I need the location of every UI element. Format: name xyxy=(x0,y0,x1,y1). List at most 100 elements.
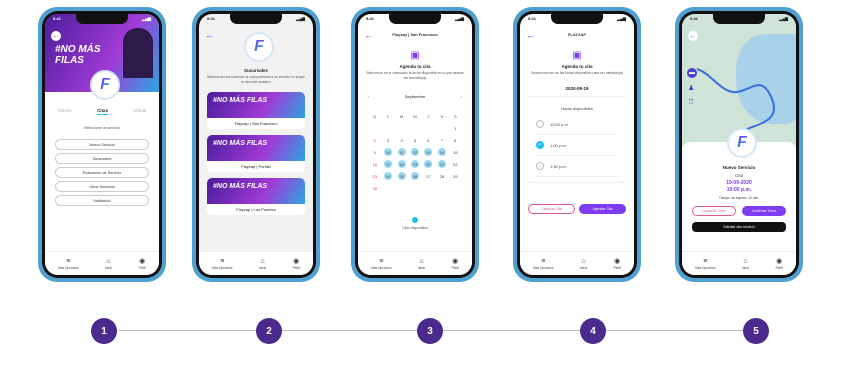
calendar-day[interactable]: 18 xyxy=(397,160,406,168)
calendar-day[interactable]: 7 xyxy=(438,136,446,144)
tab-virtual[interactable]: Virtual xyxy=(134,108,147,115)
hour-label: 12:00 p.m. xyxy=(550,121,569,127)
calendar-day[interactable]: 15 xyxy=(451,148,459,156)
hour-option[interactable]: ✓ 1:00 p.m. xyxy=(536,135,618,156)
screen-confirmation: ▬ ♟ ♖ 9:41 ▂▄▆ ← F Nuevo Servicio CITA 19… xyxy=(682,14,796,275)
nav-profile[interactable]: ◉ Perfil xyxy=(776,258,783,270)
month-header: ‹ Septiembre › xyxy=(368,94,462,99)
back-arrow-icon[interactable]: ← xyxy=(688,31,698,41)
nav-profile-label: Perfil xyxy=(613,265,621,270)
cancel-button[interactable]: Cancelar Cita xyxy=(528,204,575,214)
calendar-day[interactable]: 8 xyxy=(451,136,459,144)
screen-hours: 9:41 ▂▄▆ ← FLAYZAP ▣ Agenda tu cita Selec… xyxy=(520,14,634,275)
calendar-day[interactable]: 19 xyxy=(410,160,419,168)
nav-profile[interactable]: ◉ Perfil xyxy=(452,258,459,270)
calendar-day[interactable]: 25 xyxy=(397,172,406,180)
calendar-day[interactable]: 10 xyxy=(384,148,393,156)
calendar-day[interactable]: 26 xyxy=(410,172,419,180)
home-icon: ⌂ xyxy=(743,257,748,265)
back-arrow-icon[interactable]: ← xyxy=(526,31,535,40)
calendar-day[interactable]: 1 xyxy=(451,124,459,132)
hour-option[interactable]: 12:00 p.m. xyxy=(536,114,618,135)
prev-month-icon[interactable]: ‹ xyxy=(368,94,369,99)
car-icon[interactable]: ▬ xyxy=(687,68,697,78)
nav-profile-label: Perfil xyxy=(451,265,459,270)
next-month-icon[interactable]: › xyxy=(461,94,462,99)
nav-menu[interactable]: ≡ Más Opciones xyxy=(371,258,391,270)
bottom-nav: ≡ Más Opciones ⌂ Inicio ◉ Perfil xyxy=(520,251,634,275)
weekday-label: M xyxy=(413,113,417,119)
nav-profile[interactable]: ◉ Perfil xyxy=(293,258,300,270)
otros-servicios-button[interactable]: Otros Servicios xyxy=(55,181,149,192)
nuevo-servicio-button[interactable]: Nuevo Servicio xyxy=(55,139,149,150)
logo-f-icon: F xyxy=(100,76,110,93)
notch xyxy=(389,14,441,24)
branch-card[interactable]: #NO MÁS FILAS Flayzap | Portillo xyxy=(207,135,305,172)
calendar-grid: D L M M J V S 1 2 3 4 5 6 7 8 9 10 11 12 13 14 15 16 17 18 19 20 21… xyxy=(368,110,462,194)
calendar-day[interactable]: 6 xyxy=(424,136,432,144)
profile-icon: ◉ xyxy=(452,257,459,265)
calendar-day[interactable]: 12 xyxy=(410,148,419,156)
other-service-button[interactable]: Solicitar otro servicio xyxy=(692,222,786,232)
nav-menu[interactable]: ≡ Más Opciones xyxy=(533,258,553,270)
calendar-day[interactable]: 9 xyxy=(371,148,379,156)
nav-menu[interactable]: ≡ Más Opciones xyxy=(695,258,715,270)
evaluacion-button[interactable]: Evaluación de Servicio xyxy=(55,167,149,178)
calendar-day[interactable]: 28 xyxy=(438,172,446,180)
nav-home[interactable]: ⌂ Inicio xyxy=(259,258,266,270)
calendar-day[interactable]: 23 xyxy=(371,172,379,180)
calendar-day[interactable]: 21 xyxy=(437,160,446,168)
calendar-day[interactable]: 29 xyxy=(451,172,459,180)
phone-5: ▬ ♟ ♖ 9:41 ▂▄▆ ← F Nuevo Servicio CITA 19… xyxy=(675,7,803,282)
calendar-day[interactable]: 30 xyxy=(371,184,379,192)
calendar-day[interactable]: 16 xyxy=(371,160,379,168)
nav-home[interactable]: ⌂ Inicio xyxy=(580,258,587,270)
tab-citas[interactable]: Citas xyxy=(97,108,109,115)
calendar-day[interactable]: 22 xyxy=(451,160,459,168)
calendar-day[interactable]: 11 xyxy=(397,148,406,156)
calendar-empty xyxy=(424,184,432,192)
calendar-day[interactable]: 24 xyxy=(384,172,393,180)
calendar-day[interactable]: 20 xyxy=(424,160,433,168)
nav-home[interactable]: ⌂ Inicio xyxy=(105,258,112,270)
profile-icon: ◉ xyxy=(139,257,146,265)
calendar-day[interactable]: 5 xyxy=(411,136,419,144)
nav-menu[interactable]: ≡ Más Opciones xyxy=(58,258,78,270)
sucursales-button[interactable]: Sucursales xyxy=(55,153,149,164)
back-arrow-icon[interactable]: ← xyxy=(205,31,214,40)
tab-turnos[interactable]: Turnos xyxy=(58,108,72,115)
nav-home-label: Inicio xyxy=(741,265,750,270)
transit-icon[interactable]: ♖ xyxy=(688,98,694,106)
weekday-label: M xyxy=(399,113,404,119)
branch-card[interactable]: #NO MÁS FILAS Flayzap | San Francisco xyxy=(207,92,305,129)
calendar-day[interactable]: 17 xyxy=(384,160,393,168)
calendar-day[interactable]: 13 xyxy=(424,148,433,156)
nav-home[interactable]: ⌂ Inicio xyxy=(418,258,425,270)
signal-icon: ▂▄▆ xyxy=(296,16,305,21)
calendar-day[interactable]: 3 xyxy=(384,136,392,144)
confirm-button[interactable]: Confirmar Turno xyxy=(742,206,786,216)
flayzap-logo: F xyxy=(90,70,120,100)
screen-citas: #NO MÁS FILAS 9:41 ▂▄▆ ← F Turnos Citas V… xyxy=(45,14,159,275)
cancel-button[interactable]: Cancelar Turno xyxy=(692,206,736,216)
hour-option[interactable]: 1:30 p.m. xyxy=(536,156,618,177)
nav-home[interactable]: ⌂ Inicio xyxy=(742,258,749,270)
branch-card[interactable]: #NO MÁS FILAS Flayzap | Los Puentes xyxy=(207,178,305,215)
nav-profile[interactable]: ◉ Perfil xyxy=(614,258,621,270)
notch xyxy=(551,14,603,24)
calendar-day[interactable]: 14 xyxy=(437,148,446,156)
back-arrow-icon[interactable]: ← xyxy=(364,31,373,40)
nav-menu[interactable]: ≡ Más Opciones xyxy=(212,258,232,270)
calendar-day[interactable]: 27 xyxy=(424,172,432,180)
step-badge: 3 xyxy=(417,318,443,344)
nav-profile[interactable]: ◉ Perfil xyxy=(139,258,146,270)
nav-menu-label: Más Opciones xyxy=(533,265,554,270)
validacion-button[interactable]: Validación xyxy=(55,195,149,206)
back-arrow-icon[interactable]: ← xyxy=(51,31,61,41)
confirm-button[interactable]: Agendar Cita xyxy=(579,204,626,214)
calendar-day[interactable]: 4 xyxy=(398,136,406,144)
screen-calendar: 9:41 ▂▄▆ ← Flayzap | San Francisco ▣ Agen… xyxy=(358,14,472,275)
branch-banner: #NO MÁS FILAS xyxy=(207,135,305,161)
walk-icon[interactable]: ♟ xyxy=(688,84,694,92)
calendar-day[interactable]: 2 xyxy=(371,136,379,144)
